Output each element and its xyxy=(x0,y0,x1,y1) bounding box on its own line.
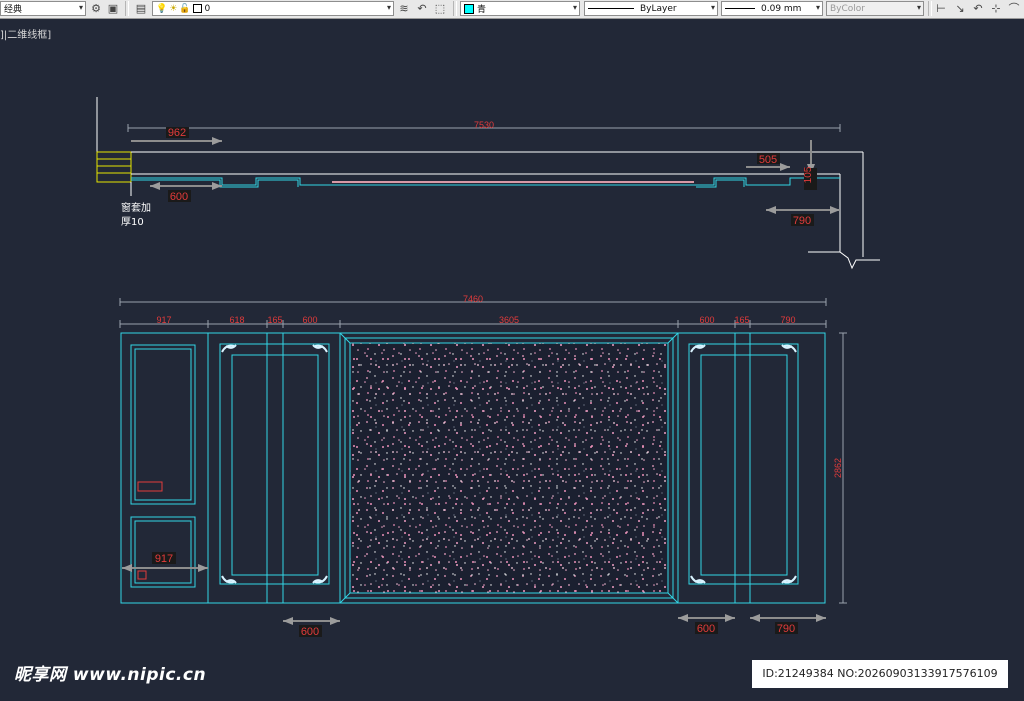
elev-dim-1: 917 xyxy=(156,315,171,325)
plan-note-line2: 厚10 xyxy=(121,216,144,228)
plan-dim-790: 790 xyxy=(793,215,811,227)
elev-dim-6: 600 xyxy=(699,315,714,325)
elev-bottom-600-left: 600 xyxy=(301,626,319,638)
drawing-canvas[interactable]: 7530 962 600 505 105 790 窗套加 厚10 7460 91… xyxy=(0,0,1024,701)
plan-view: 7530 962 600 505 105 790 窗套加 厚10 xyxy=(96,97,880,270)
plan-dim-505: 505 xyxy=(759,154,777,166)
elev-bottom-790: 790 xyxy=(777,623,795,635)
plan-dim-total: 7530 xyxy=(474,120,494,130)
elev-dim-4: 600 xyxy=(302,315,317,325)
elev-dim-8: 790 xyxy=(780,315,795,325)
elevation-view: 7460 917 618 165 600 3605 600 165 790 28… xyxy=(119,294,847,638)
elev-dim-3: 165 xyxy=(267,315,282,325)
elev-dim-5: 3605 xyxy=(499,315,519,325)
watermark-id: ID:21249384 NO:20260903133917576109 xyxy=(752,660,1008,688)
elev-dim-height: 2862 xyxy=(833,458,843,478)
elev-dim-total: 7460 xyxy=(463,294,483,304)
plan-note-line1: 窗套加 xyxy=(121,201,151,214)
plan-dim-left: 962 xyxy=(168,127,186,139)
plan-dim-600: 600 xyxy=(170,191,188,203)
elev-inner-917: 917 xyxy=(155,553,173,565)
watermark-site: 昵享网 www.nipic.cn xyxy=(14,665,207,685)
elev-dim-7: 165 xyxy=(734,315,749,325)
elev-dim-2: 618 xyxy=(229,315,244,325)
plan-dim-vert: 105 xyxy=(803,166,814,183)
elev-bottom-600-right: 600 xyxy=(697,623,715,635)
